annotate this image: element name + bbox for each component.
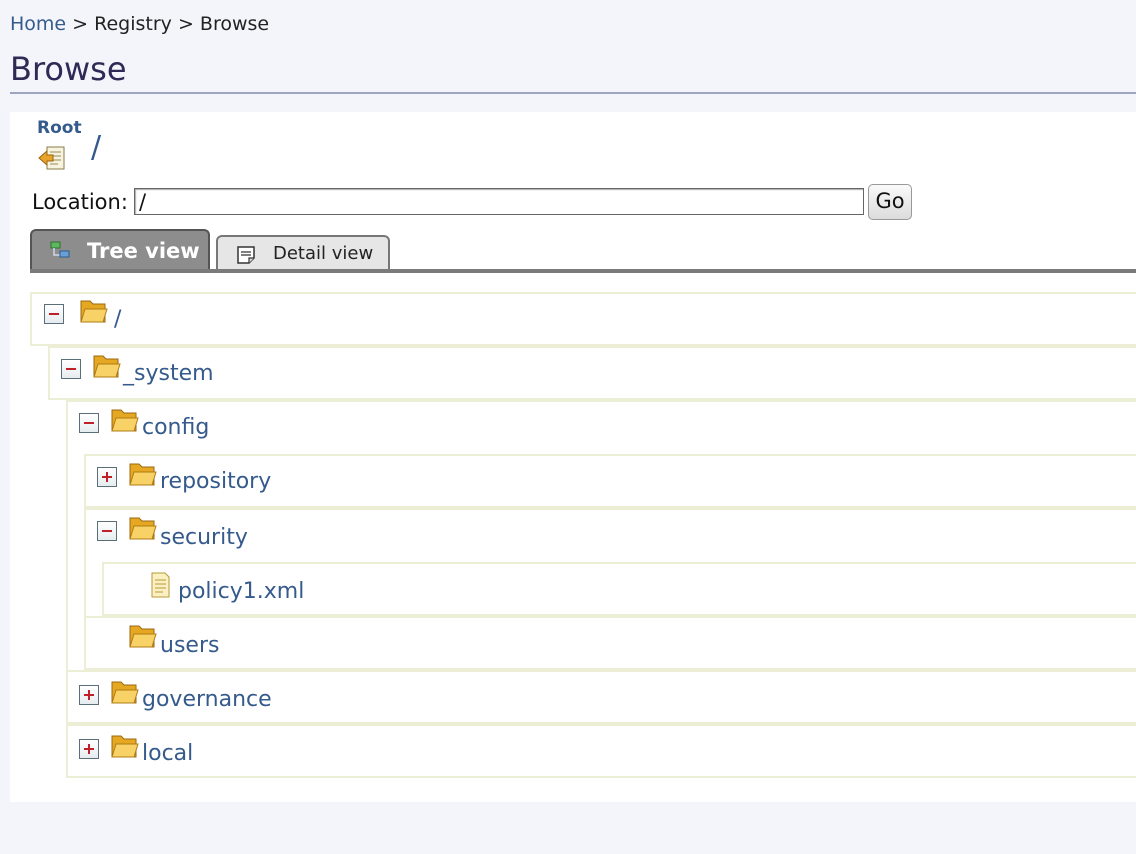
tree-link-local[interactable]: local	[142, 741, 193, 766]
folder-open-icon	[127, 459, 157, 489]
tab-detail-view[interactable]: Detail view	[216, 235, 390, 270]
tree-node-local	[66, 724, 1136, 778]
collapse-toggle-root[interactable]	[44, 304, 64, 324]
tree-link-governance[interactable]: governance	[142, 687, 272, 712]
breadcrumb-home-link[interactable]: Home	[10, 13, 66, 35]
breadcrumb-separator: >	[72, 13, 89, 35]
folder-open-icon	[127, 513, 157, 543]
tree-link-config[interactable]: config	[142, 415, 209, 440]
tree-link-security[interactable]: security	[160, 525, 248, 550]
folder-open-icon	[78, 296, 108, 326]
folder-open-icon	[127, 621, 157, 651]
tab-detail-view-label: Detail view	[273, 243, 374, 264]
tree-link-users[interactable]: users	[160, 633, 219, 658]
minus-icon	[49, 313, 59, 315]
tree-link-policy[interactable]: policy1.xml	[178, 579, 304, 604]
folder-open-icon	[109, 731, 139, 761]
breadcrumb-current: Browse	[199, 13, 270, 35]
collapse-toggle-config[interactable]	[79, 413, 99, 433]
folder-open-icon	[109, 677, 139, 707]
tab-divider	[30, 269, 1136, 273]
tab-tree-view[interactable]: Tree view	[30, 229, 210, 270]
minus-icon	[66, 368, 76, 370]
title-divider	[10, 92, 1136, 94]
minus-icon	[84, 422, 94, 424]
expand-toggle-repository[interactable]	[97, 467, 117, 487]
expand-toggle-local[interactable]	[79, 739, 99, 759]
minus-icon	[102, 530, 112, 532]
folder-open-icon	[109, 405, 139, 435]
collapse-toggle-system[interactable]	[61, 359, 81, 379]
location-input[interactable]	[134, 188, 864, 215]
file-icon	[145, 569, 175, 599]
breadcrumb-separator: >	[177, 13, 194, 35]
browse-panel: Root / Location: Go Tree view Detail vie…	[10, 112, 1136, 802]
breadcrumb-registry: Registry	[94, 13, 172, 35]
root-resource-icon[interactable]	[38, 144, 68, 172]
tree-link-system[interactable]: _system	[123, 361, 214, 386]
root-link[interactable]: Root	[37, 118, 82, 138]
tree-link-repository[interactable]: repository	[160, 469, 271, 494]
root-path: /	[91, 130, 102, 165]
tree-view-icon	[50, 241, 70, 258]
page-title: Browse	[10, 50, 127, 88]
location-label: Location:	[32, 190, 128, 214]
breadcrumb: Home > Registry > Browse	[10, 13, 269, 35]
collapse-toggle-security[interactable]	[97, 521, 117, 541]
tree-link-root[interactable]: /	[114, 307, 121, 332]
tab-tree-view-label: Tree view	[87, 239, 200, 263]
tree-node-users	[84, 616, 1136, 670]
folder-open-icon	[91, 351, 121, 381]
expand-toggle-governance[interactable]	[79, 685, 99, 705]
tree-node-root	[30, 292, 1136, 346]
go-button[interactable]: Go	[868, 184, 912, 220]
detail-view-icon	[237, 246, 255, 264]
